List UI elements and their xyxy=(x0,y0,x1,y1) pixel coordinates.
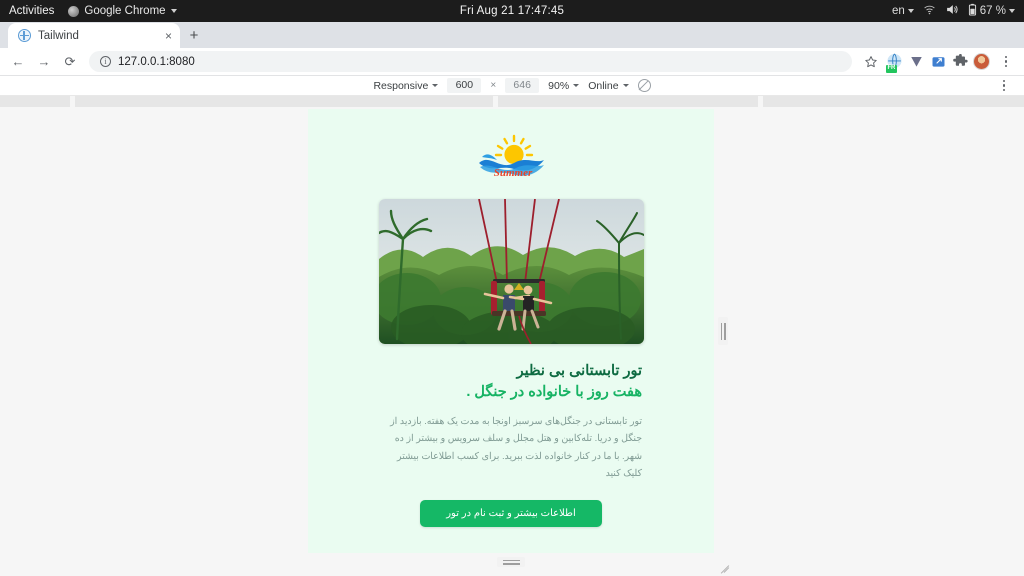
viewport-height-input[interactable]: 646 xyxy=(505,78,540,93)
device-preset-select[interactable]: Responsive xyxy=(373,79,439,92)
globe-icon xyxy=(18,29,31,42)
throttling-select[interactable]: Online xyxy=(588,79,629,92)
dimension-separator: × xyxy=(490,80,497,91)
browser-toolbar: ← → ⟳ i 127.0.0.1:8080 FR xyxy=(0,48,1024,76)
email-body-text: تور تابستانی در جنگل‌های سرسبز اونجا به … xyxy=(390,415,642,479)
translate-extension-icon[interactable]: FR xyxy=(885,53,903,73)
volume-icon[interactable] xyxy=(945,3,959,19)
battery-status[interactable]: 67 % xyxy=(968,3,1015,19)
browser-tab-tailwind[interactable]: Tailwind × xyxy=(8,23,180,48)
avatar[interactable] xyxy=(973,53,990,70)
system-clock[interactable]: Fri Aug 21 17:47:45 xyxy=(460,5,564,17)
ruler-tick xyxy=(75,96,493,107)
v-extension-icon[interactable] xyxy=(907,53,925,71)
device-toolbar-menu-icon[interactable] xyxy=(992,74,1016,98)
viewport-resize-handle-right[interactable] xyxy=(718,317,728,345)
address-bar[interactable]: i 127.0.0.1:8080 xyxy=(89,51,852,72)
share-extension-icon[interactable] xyxy=(929,53,947,71)
ruler-tick xyxy=(498,96,758,107)
gnome-top-bar: Activities Google Chrome Fri Aug 21 17:4… xyxy=(0,0,1024,22)
email-body: Summer تور تابستانی بی نظیر هفت روز با خ… xyxy=(308,109,714,527)
chrome-icon xyxy=(68,5,80,17)
new-tab-button[interactable]: + xyxy=(180,23,208,48)
throttling-label: Online xyxy=(588,79,619,92)
jungle-swing-photo xyxy=(378,199,644,344)
device-emulation-stage: Summer تور تابستانی بی نظیر هفت روز با خ… xyxy=(0,96,1024,576)
chevron-down-icon xyxy=(622,84,629,87)
device-emulation-toolbar: Responsive 600 × 646 90% Online xyxy=(0,76,1024,96)
close-icon[interactable]: × xyxy=(165,30,172,42)
summer-logo: Summer xyxy=(474,133,548,185)
puzzle-icon[interactable] xyxy=(951,53,969,71)
viewport-resize-handle-corner[interactable] xyxy=(717,555,730,574)
headline-line-1: تور تابستانی بی نظیر xyxy=(516,363,642,379)
viewport-resize-handle-bottom[interactable] xyxy=(497,557,525,567)
email-headline: تور تابستانی بی نظیر هفت روز با خانواده … xyxy=(308,361,714,403)
keyboard-layout-label: en xyxy=(891,5,905,17)
headline-line-2: هفت روز با خانواده در جنگل . xyxy=(466,384,642,401)
reload-button[interactable]: ⟳ xyxy=(58,50,82,74)
device-preset-label: Responsive xyxy=(373,79,429,92)
browser-tab-strip: Tailwind × + xyxy=(0,22,1024,48)
email-cta-container: اطلاعات بیشتر و ثبت نام در تور xyxy=(308,499,714,527)
battery-icon xyxy=(968,3,977,19)
viewport-ruler xyxy=(0,96,1024,109)
app-menu-label: Google Chrome xyxy=(84,5,166,17)
chevron-down-icon xyxy=(170,9,177,13)
extension-icons: FR xyxy=(885,50,1018,74)
gnome-top-bar-left: Activities Google Chrome xyxy=(0,5,177,17)
ruler-tick xyxy=(0,96,70,107)
email-header: Summer xyxy=(308,127,714,199)
gnome-status-area: en 67 % xyxy=(892,3,1024,19)
zoom-label: 90% xyxy=(548,79,570,92)
info-icon[interactable]: i xyxy=(100,56,111,67)
activities-button[interactable]: Activities xyxy=(9,5,54,17)
viewport-width-input[interactable]: 600 xyxy=(447,78,482,93)
kebab-menu-icon[interactable] xyxy=(994,50,1018,74)
battery-percentage: 67 % xyxy=(979,5,1006,17)
app-menu-chrome[interactable]: Google Chrome xyxy=(68,5,177,17)
tab-title: Tailwind xyxy=(38,29,79,42)
zoom-select[interactable]: 90% xyxy=(548,79,580,92)
keyboard-layout-indicator[interactable]: en xyxy=(892,5,914,17)
translate-language-badge: FR xyxy=(886,65,897,73)
no-throttling-icon[interactable] xyxy=(637,79,651,92)
device-viewport-wrapper: Summer تور تابستانی بی نظیر هفت روز با خ… xyxy=(308,109,730,574)
cta-button[interactable]: اطلاعات بیشتر و ثبت نام در تور xyxy=(420,499,602,527)
forward-button[interactable]: → xyxy=(32,50,56,74)
star-icon[interactable] xyxy=(859,50,883,74)
address-bar-url: 127.0.0.1:8080 xyxy=(118,55,195,68)
ruler-tick xyxy=(763,96,1024,107)
chevron-down-icon xyxy=(573,84,580,87)
chevron-down-icon xyxy=(907,9,914,13)
back-button[interactable]: ← xyxy=(6,50,30,74)
device-viewport: Summer تور تابستانی بی نظیر هفت روز با خ… xyxy=(308,109,714,553)
summer-logo-wordmark: Summer xyxy=(494,167,533,179)
chevron-down-icon xyxy=(432,84,439,87)
chevron-down-icon xyxy=(1009,9,1015,13)
wifi-offline-icon[interactable] xyxy=(923,3,936,19)
